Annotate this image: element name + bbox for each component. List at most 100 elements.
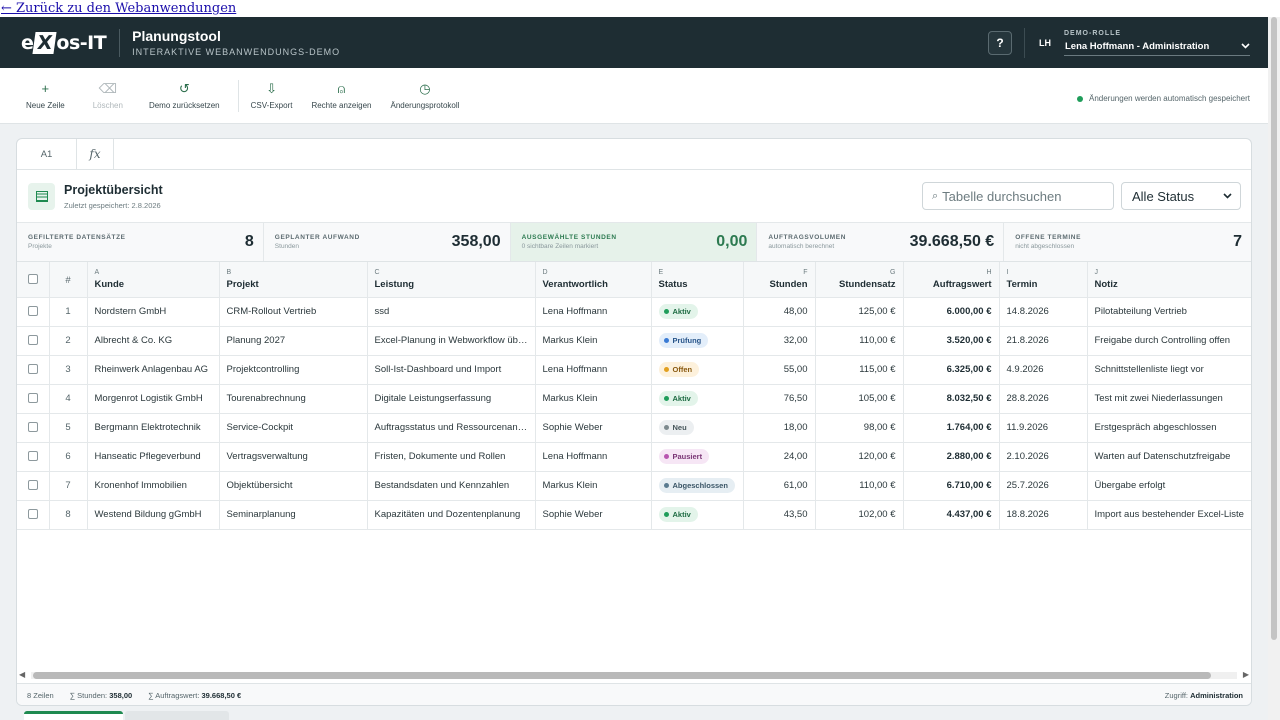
column-header[interactable]: # xyxy=(49,262,88,298)
table-row[interactable]: 6 Hanseatic Pflegeverbund Vertragsverwaltu… xyxy=(17,442,1251,472)
table-cell[interactable]: 61,00 xyxy=(743,471,816,501)
table-cell[interactable]: 18.8.2026 xyxy=(999,500,1088,530)
row-checkbox[interactable] xyxy=(17,413,50,443)
csv-export-button[interactable]: ⇩ CSV-Export xyxy=(251,81,293,110)
table-cell[interactable]: Neu xyxy=(651,413,744,443)
table-cell[interactable]: 125,00 € xyxy=(815,297,904,327)
table-cell[interactable]: Pausiert xyxy=(651,442,744,472)
row-checkbox[interactable] xyxy=(17,355,50,385)
table-row[interactable]: 7 Kronenhof Immobilien Objektübersicht Best… xyxy=(17,471,1251,501)
table-cell[interactable]: 21.8.2026 xyxy=(999,326,1088,356)
table-cell[interactable]: 3.520,00 € xyxy=(903,326,1000,356)
table-cell[interactable]: 110,00 € xyxy=(815,326,904,356)
table-cell[interactable]: Objektübersicht xyxy=(219,471,368,501)
table-cell[interactable]: Markus Klein xyxy=(535,471,652,501)
table-cell[interactable]: 4.9.2026 xyxy=(999,355,1088,385)
table-cell[interactable]: 18,00 xyxy=(743,413,816,443)
table-cell[interactable]: 43,50 xyxy=(743,500,816,530)
table-cell[interactable]: 1 xyxy=(49,297,88,327)
column-header[interactable]: F Stunden xyxy=(743,262,816,298)
column-header[interactable]: J Notiz xyxy=(1087,262,1251,298)
row-checkbox[interactable] xyxy=(17,297,50,327)
new-row-button[interactable]: + Neue Zeile xyxy=(26,81,65,110)
table-cell[interactable]: Morgenrot Logistik GmbH xyxy=(87,384,220,414)
table-cell[interactable]: Lena Hoffmann xyxy=(535,297,652,327)
table-cell[interactable]: Markus Klein xyxy=(535,326,652,356)
scroll-left-icon[interactable]: ◀ xyxy=(19,670,25,679)
table-cell[interactable]: 8 xyxy=(49,500,88,530)
table-cell[interactable]: Sophie Weber xyxy=(535,500,652,530)
table-cell[interactable]: Auftragsstatus und Ressourcenansicht xyxy=(367,413,536,443)
table-cell[interactable]: 5 xyxy=(49,413,88,443)
column-header[interactable]: H Auftragswert xyxy=(903,262,1000,298)
table-cell[interactable]: Hanseatic Pflegeverbund xyxy=(87,442,220,472)
table-cell[interactable]: Planung 2027 xyxy=(219,326,368,356)
table-cell[interactable]: 1.764,00 € xyxy=(903,413,1000,443)
row-checkbox[interactable] xyxy=(17,471,50,501)
table-cell[interactable]: Prüfung xyxy=(651,326,744,356)
table-cell[interactable]: Übergabe erfolgt xyxy=(1087,471,1251,501)
column-header[interactable]: E Status xyxy=(651,262,744,298)
role-select[interactable]: DEMO-ROLLE Lena Hoffmann - Administratio… xyxy=(1064,30,1250,56)
table-cell[interactable]: Offen xyxy=(651,355,744,385)
table-cell[interactable]: 2 xyxy=(49,326,88,356)
horizontal-scrollbar[interactable]: ◀ ▶ xyxy=(17,669,1251,681)
table-cell[interactable]: Test mit zwei Niederlassungen xyxy=(1087,384,1251,414)
table-cell[interactable]: Digitale Leistungserfassung xyxy=(367,384,536,414)
table-cell[interactable]: Projektcontrolling xyxy=(219,355,368,385)
table-cell[interactable]: Sophie Weber xyxy=(535,413,652,443)
table-cell[interactable]: CRM-Rollout Vertrieb xyxy=(219,297,368,327)
help-button[interactable]: ? xyxy=(988,30,1012,55)
table-cell[interactable]: Aktiv xyxy=(651,297,744,327)
table-cell[interactable]: 76,50 xyxy=(743,384,816,414)
table-cell[interactable]: Import aus bestehender Excel-Liste xyxy=(1087,500,1251,530)
table-cell[interactable]: 4.437,00 € xyxy=(903,500,1000,530)
column-header[interactable]: B Projekt xyxy=(219,262,368,298)
table-cell[interactable]: 7 xyxy=(49,471,88,501)
column-header[interactable]: C Leistung xyxy=(367,262,536,298)
table-cell[interactable]: Service-Cockpit xyxy=(219,413,368,443)
column-header[interactable]: I Termin xyxy=(999,262,1088,298)
table-cell[interactable]: 6.710,00 € xyxy=(903,471,1000,501)
table-cell[interactable]: 115,00 € xyxy=(815,355,904,385)
change-log-button[interactable]: ◷ Änderungsprotokoll xyxy=(390,81,459,110)
table-cell[interactable]: 105,00 € xyxy=(815,384,904,414)
table-cell[interactable]: 24,00 xyxy=(743,442,816,472)
table-cell[interactable]: 2.880,00 € xyxy=(903,442,1000,472)
page-scrollbar[interactable] xyxy=(1268,17,1280,720)
table-cell[interactable]: ssd xyxy=(367,297,536,327)
table-cell[interactable]: 2.10.2026 xyxy=(999,442,1088,472)
table-row[interactable]: 3 Rheinwerk Anlagenbau AG Projektcontrolli… xyxy=(17,355,1251,385)
table-row[interactable]: 2 Albrecht & Co. KG Planung 2027 Excel-Plan… xyxy=(17,326,1251,356)
table-cell[interactable]: Aktiv xyxy=(651,384,744,414)
table-cell[interactable]: Schnittstellenliste liegt vor xyxy=(1087,355,1251,385)
reset-demo-button[interactable]: ↺ Demo zurücksetzen xyxy=(149,81,220,110)
table-cell[interactable]: Pilotabteilung Vertrieb xyxy=(1087,297,1251,327)
table-cell[interactable]: 32,00 xyxy=(743,326,816,356)
table-row[interactable]: 8 Westend Bildung gGmbH Seminarplanung Kapa… xyxy=(17,500,1251,530)
table-cell[interactable]: Fristen, Dokumente und Rollen xyxy=(367,442,536,472)
table-cell[interactable]: 98,00 € xyxy=(815,413,904,443)
table-row[interactable]: 1 Nordstern GmbH CRM-Rollout Vertrieb ssd Le… xyxy=(17,297,1251,327)
table-cell[interactable]: Bergmann Elektrotechnik xyxy=(87,413,220,443)
back-link[interactable]: ← Zurück zu den Webanwendungen xyxy=(0,0,1280,17)
table-cell[interactable]: Rheinwerk Anlagenbau AG xyxy=(87,355,220,385)
row-checkbox[interactable] xyxy=(17,326,50,356)
table-cell[interactable]: 25.7.2026 xyxy=(999,471,1088,501)
column-header[interactable]: D Verantwortlich xyxy=(535,262,652,298)
table-cell[interactable]: 11.9.2026 xyxy=(999,413,1088,443)
table-cell[interactable]: Warten auf Datenschutzfreigabe xyxy=(1087,442,1251,472)
show-rights-button[interactable]: ⍝ Rechte anzeigen xyxy=(311,81,371,110)
table-cell[interactable]: 3 xyxy=(49,355,88,385)
table-cell[interactable]: Abgeschlossen xyxy=(651,471,744,501)
row-checkbox[interactable] xyxy=(17,384,50,414)
table-cell[interactable]: 48,00 xyxy=(743,297,816,327)
row-checkbox[interactable] xyxy=(17,500,50,530)
table-cell[interactable]: 8.032,50 € xyxy=(903,384,1000,414)
table-cell[interactable]: 110,00 € xyxy=(815,471,904,501)
table-cell[interactable]: 6.000,00 € xyxy=(903,297,1000,327)
table-cell[interactable]: 14.8.2026 xyxy=(999,297,1088,327)
table-cell[interactable]: Aktiv xyxy=(651,500,744,530)
table-cell[interactable]: Markus Klein xyxy=(535,384,652,414)
select-all-checkbox[interactable] xyxy=(17,262,50,298)
